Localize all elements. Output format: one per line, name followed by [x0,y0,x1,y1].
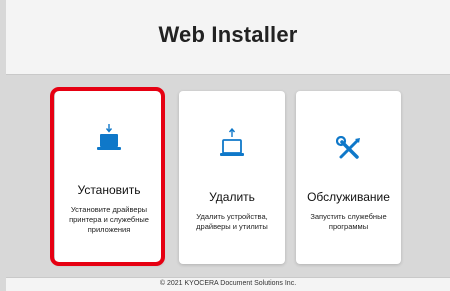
laptop-upload-icon [219,127,245,163]
maintenance-card-description: Запустить служебные программы [310,212,387,231]
maintenance-card-title: Обслуживание [307,190,390,204]
app-header: Web Installer [6,0,450,75]
install-card-description: Установите драйверы принтера и служебные… [69,205,149,234]
install-card-title: Установить [77,183,141,197]
laptop-download-icon [96,124,122,157]
remove-card[interactable]: Удалить Удалить устройства, драйверы и у… [179,91,285,264]
maintenance-card[interactable]: Обслуживание Запустить служебные програм… [296,91,401,264]
remove-card-title: Удалить [209,190,255,204]
wrench-screwdriver-icon [335,135,362,167]
copyright-footer: © 2021 KYOCERA Document Solutions Inc. [6,277,450,291]
install-card[interactable]: Установить Установите драйверы принтера … [55,91,163,264]
remove-card-description: Удалить устройства, драйверы и утилиты [196,212,268,231]
page-title: Web Installer [158,22,298,47]
